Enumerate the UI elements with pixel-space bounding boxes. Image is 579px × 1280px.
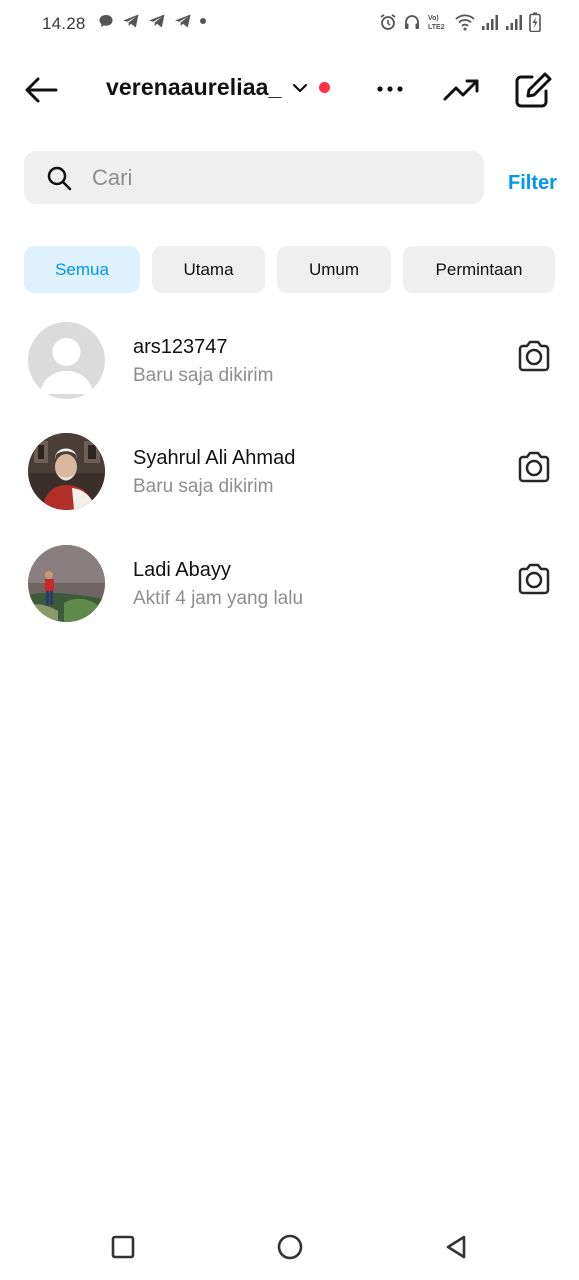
home-circle-icon (277, 1234, 303, 1260)
thread-status: Baru saja dikirim (133, 365, 274, 386)
wifi-icon (455, 14, 475, 31)
tab-utama[interactable]: Utama (152, 246, 265, 293)
telegram-icon (175, 14, 191, 28)
thread-name: Ladi Abayy (133, 559, 231, 581)
avatar (28, 322, 105, 399)
signal-icon (482, 15, 498, 30)
thread-row[interactable]: Syahrul Ali Ahmad Baru saja dikirim (0, 423, 579, 523)
back-button[interactable] (20, 70, 64, 110)
thread-row[interactable]: ars123747 Baru saja dikirim (0, 312, 579, 412)
camera-button[interactable] (514, 447, 554, 487)
default-avatar-icon (28, 322, 105, 399)
signal-icon (506, 15, 522, 30)
chat-bubble-icon (99, 15, 113, 27)
thread-status: Aktif 4 jam yang lalu (133, 588, 304, 609)
system-navigation-bar (0, 1218, 579, 1280)
status-notification-icons (98, 13, 206, 29)
camera-icon (518, 563, 550, 595)
account-name: verenaaureliaa_ (106, 74, 282, 100)
headphones-icon (405, 15, 419, 29)
thread-name: ars123747 (133, 336, 228, 358)
telegram-icon (149, 14, 165, 28)
status-time: 14.28 (42, 14, 86, 33)
notification-dot (319, 82, 331, 93)
search-icon (47, 166, 72, 190)
tab-semua[interactable]: Semua (24, 246, 140, 293)
svg-text:LTE2: LTE2 (428, 24, 445, 31)
new-message-button[interactable] (512, 70, 554, 110)
back-triangle-icon (446, 1235, 466, 1259)
thread-status: Baru saja dikirim (133, 476, 274, 497)
insights-button[interactable] (440, 70, 482, 110)
alarm-icon (380, 14, 396, 30)
avatar (28, 433, 105, 510)
status-system-icons: Vo) LTE2 (379, 12, 541, 32)
profile-photo (28, 545, 105, 622)
account-switcher[interactable]: verenaaureliaa_ (106, 74, 331, 101)
system-back-button[interactable] (442, 1232, 472, 1262)
camera-button[interactable] (514, 559, 554, 599)
more-notifications-dot-icon (200, 18, 206, 24)
tab-permintaan[interactable]: Permintaan (403, 246, 555, 293)
search-input[interactable] (92, 164, 452, 191)
avatar (28, 545, 105, 622)
volte-icon: Vo) LTE2 (428, 15, 445, 31)
status-bar: 14.28 Vo) LTE2 (0, 0, 579, 48)
home-button[interactable] (275, 1232, 305, 1262)
battery-charging-icon (529, 12, 541, 32)
back-arrow-icon (25, 77, 58, 103)
svg-text:Vo): Vo) (428, 15, 439, 22)
compose-icon (515, 72, 552, 108)
search-bar[interactable] (24, 151, 484, 204)
telegram-icon (123, 14, 139, 28)
filter-button[interactable]: Filter (508, 172, 557, 195)
camera-button[interactable] (514, 336, 554, 376)
camera-icon (518, 340, 550, 372)
recents-square-icon (111, 1235, 135, 1259)
thread-row[interactable]: Ladi Abayy Aktif 4 jam yang lalu (0, 535, 579, 635)
more-options-button[interactable] (372, 74, 408, 104)
trending-icon (443, 79, 479, 101)
chevron-down-icon (293, 83, 308, 92)
tab-umum[interactable]: Umum (277, 246, 391, 293)
camera-icon (518, 451, 550, 483)
profile-photo (28, 433, 105, 510)
thread-name: Syahrul Ali Ahmad (133, 447, 296, 469)
recents-button[interactable] (108, 1232, 138, 1262)
header: verenaaureliaa_ (0, 56, 579, 122)
more-icon (377, 86, 403, 92)
